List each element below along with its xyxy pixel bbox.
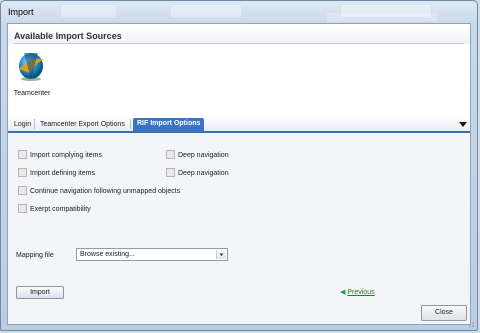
checkbox-label: Deep navigation <box>178 152 229 159</box>
rif-import-options-panel: Import complying items Deep navigation I… <box>8 133 470 324</box>
sources-header: Available Import Sources <box>8 24 470 44</box>
checkbox-label: Import complying items <box>30 152 102 159</box>
checkbox-box <box>166 149 175 159</box>
tab-strip: Login Teamcenter Export Options RIF Impo… <box>8 117 470 133</box>
checkbox-label: Exerpt compatibility <box>30 206 91 213</box>
mapping-file-label: Mapping file <box>16 252 54 259</box>
checkbox-box <box>18 203 27 213</box>
teamcenter-logo-icon <box>19 53 44 81</box>
tab-separator <box>130 119 131 129</box>
deep-navigation-checkbox-1[interactable]: Deep navigation <box>166 149 229 161</box>
back-arrow-icon: ◀ <box>340 289 346 296</box>
tab-separator <box>34 119 35 129</box>
checkbox-label: Continue navigation following unmapped o… <box>30 188 181 195</box>
import-complying-checkbox[interactable]: Import complying items <box>18 149 102 161</box>
chevron-down-icon[interactable] <box>216 250 226 259</box>
checkbox-label: Deep navigation <box>178 170 229 177</box>
mapping-file-select[interactable]: Browse existing... <box>76 248 228 261</box>
source-label: Teamcenter <box>13 90 51 97</box>
chevron-down-icon[interactable] <box>458 119 468 129</box>
background-ghost <box>171 5 241 17</box>
checkbox-box <box>18 149 27 159</box>
exerpt-compatibility-checkbox[interactable]: Exerpt compatibility <box>18 203 91 215</box>
import-defining-checkbox[interactable]: Import defining items <box>18 167 95 179</box>
previous-label: Previous <box>347 289 375 296</box>
resize-grip-icon[interactable] <box>467 320 475 328</box>
background-ghost <box>327 13 437 22</box>
checkbox-box <box>166 167 175 177</box>
close-button[interactable]: Close <box>421 305 467 321</box>
previous-link[interactable]: ◀ Previous <box>340 288 375 296</box>
title-bar[interactable]: Import <box>1 1 477 23</box>
sources-title: Available Import Sources <box>14 31 122 41</box>
continue-navigation-checkbox[interactable]: Continue navigation following unmapped o… <box>18 185 181 197</box>
tab-rif-import-options[interactable]: RIF Import Options <box>133 118 205 131</box>
dialog-content: Available Import Sources Teamcenter Logi… <box>7 23 471 325</box>
import-dialog: Import Available Import Sources Teamcent… <box>0 0 478 331</box>
checkbox-box <box>18 185 27 195</box>
checkbox-label: Import defining items <box>30 170 95 177</box>
mapping-file-value: Browse existing... <box>80 251 135 258</box>
checkbox-box <box>18 167 27 177</box>
tab-login[interactable]: Login <box>10 119 35 131</box>
window-title: Import <box>8 7 34 17</box>
deep-navigation-checkbox-2[interactable]: Deep navigation <box>166 167 229 179</box>
import-button[interactable]: Import <box>16 286 64 299</box>
divider <box>14 43 464 44</box>
background-ghost <box>61 5 116 17</box>
tab-teamcenter-export-options[interactable]: Teamcenter Export Options <box>36 119 129 131</box>
